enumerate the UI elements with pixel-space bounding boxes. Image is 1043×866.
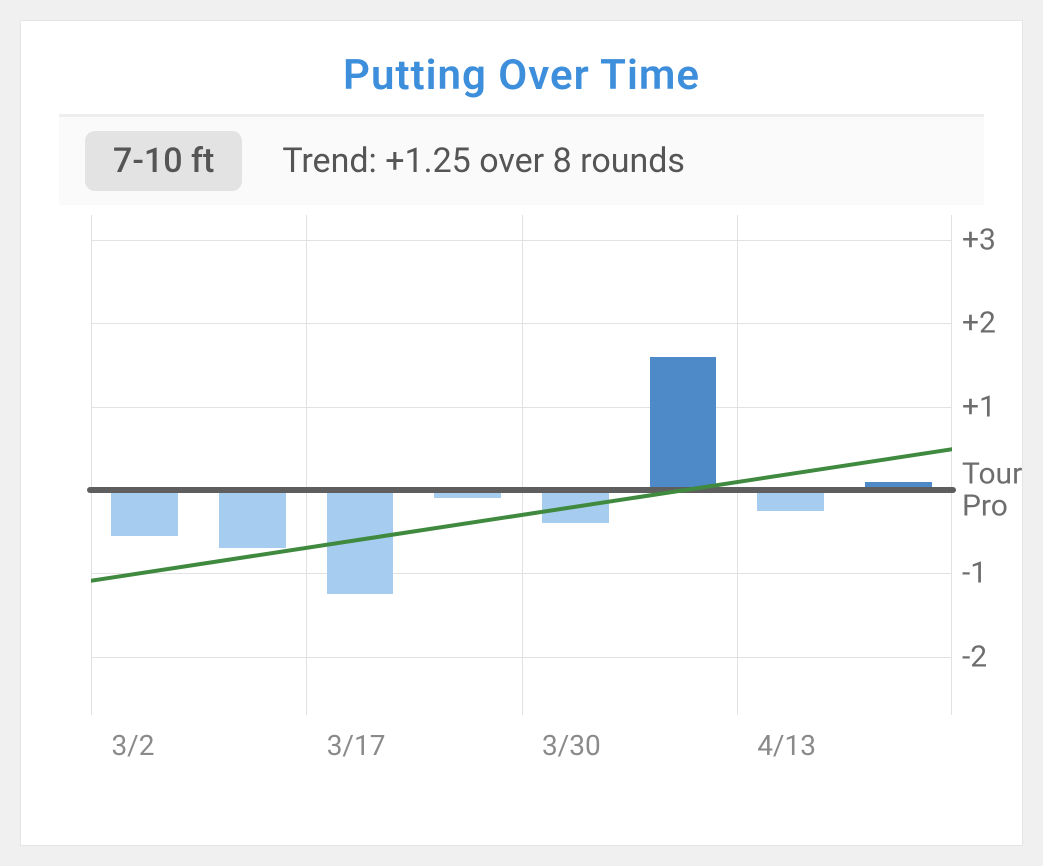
y-tick-label: +3 (962, 223, 996, 258)
gridline-v (91, 215, 92, 715)
x-tick-label: 3/2 (111, 729, 154, 762)
data-bar (219, 490, 286, 548)
range-filter-pill[interactable]: 7-10 ft (85, 131, 242, 191)
data-bar (757, 490, 824, 511)
data-bar (650, 357, 717, 490)
chart-subheader: 7-10 ft Trend: +1.25 over 8 rounds (59, 117, 984, 205)
trend-summary: Trend: +1.25 over 8 rounds (282, 141, 685, 181)
data-bar (542, 490, 609, 523)
y-tick-label: -1 (962, 556, 987, 591)
gridline-v (522, 215, 523, 715)
y-tick-label: -2 (962, 639, 987, 674)
y-tick-label: TourPro (962, 459, 1022, 522)
zero-axis (87, 487, 956, 493)
x-tick-label: 3/30 (542, 729, 601, 762)
x-axis-labels: 3/2 3/17 3/30 4/13 (91, 729, 952, 789)
y-tick-label: +1 (962, 389, 996, 424)
x-tick-label: 4/13 (757, 729, 816, 762)
plot-area: +3+2+1TourPro-1-2 (91, 215, 952, 715)
chart-title: Putting Over Time (21, 21, 1022, 114)
plot-grid: +3+2+1TourPro-1-2 (91, 215, 952, 715)
y-axis-labels: +3 +2 +1 TourPro -1 -2 (962, 215, 1042, 715)
gridline-v (737, 215, 738, 715)
gridline-v (306, 215, 307, 715)
x-tick-label: 3/17 (327, 729, 386, 762)
y-tick-label: +2 (962, 306, 996, 341)
data-bar (327, 490, 394, 594)
chart-card: Putting Over Time 7-10 ft Trend: +1.25 o… (20, 20, 1023, 846)
data-bar (111, 490, 178, 536)
gridline-v (951, 215, 952, 715)
